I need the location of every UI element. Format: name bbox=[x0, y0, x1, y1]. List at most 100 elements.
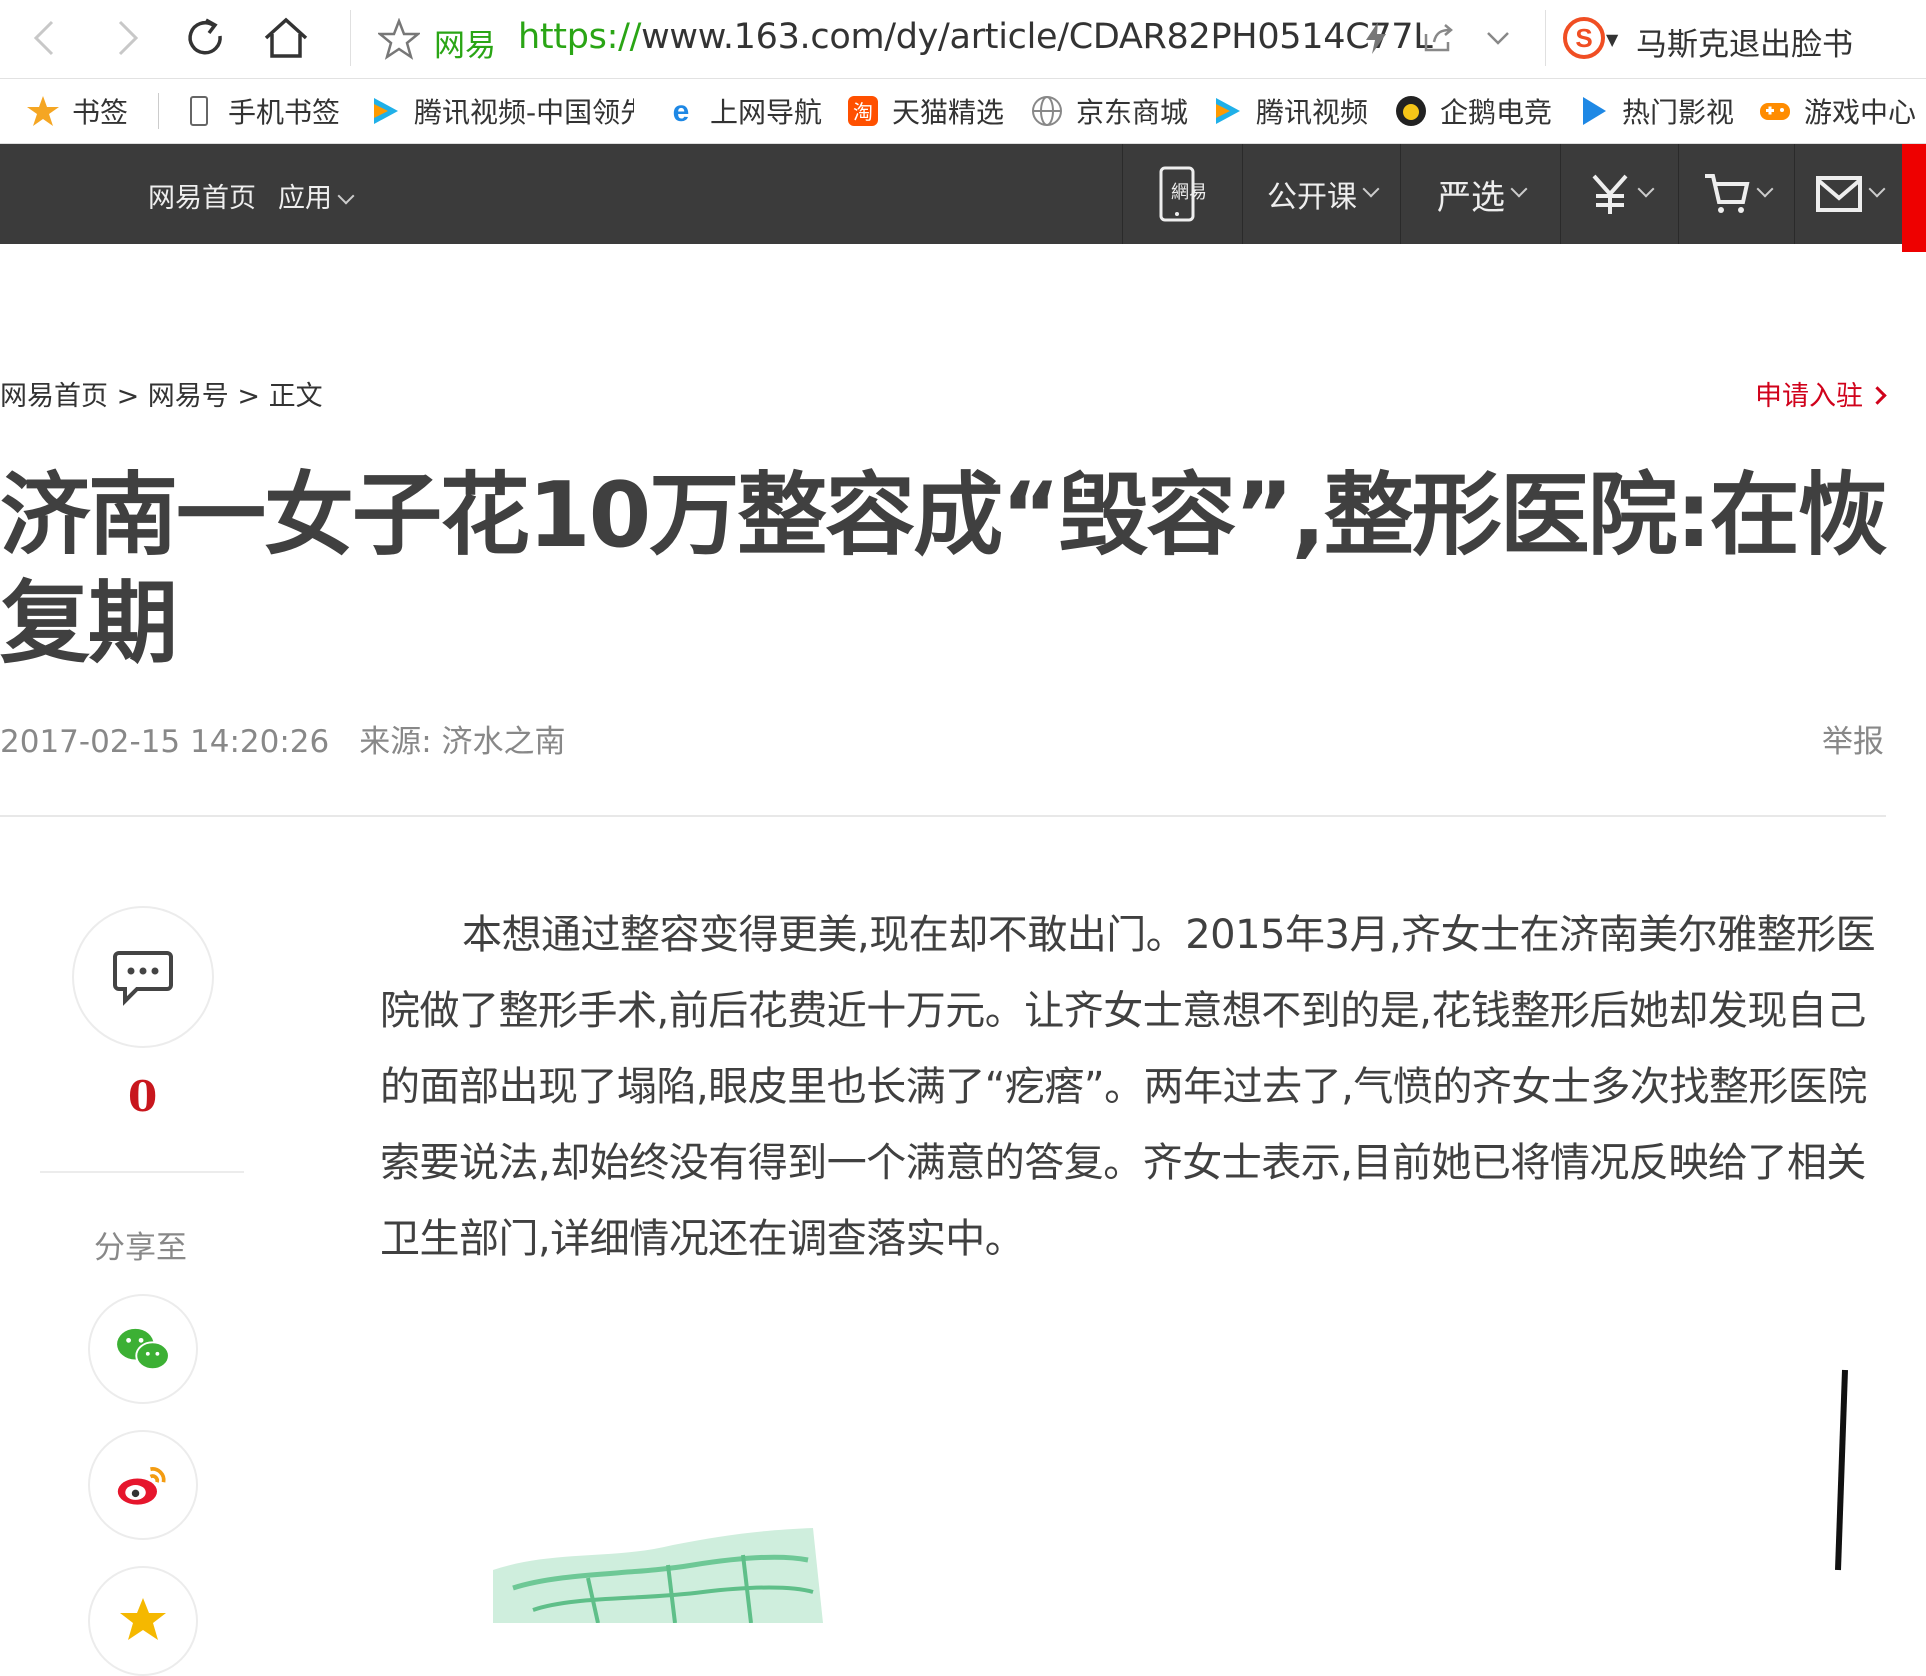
mobile-phone-icon: 網易 bbox=[1159, 166, 1207, 222]
nav-yanxuan-label: 严选 bbox=[1437, 177, 1505, 218]
lightning-button[interactable] bbox=[1358, 20, 1394, 56]
penguin-esports-icon bbox=[1396, 96, 1426, 126]
star-icon bbox=[27, 96, 59, 126]
breadcrumb[interactable]: 网易首页 > 网易号 > 正文 bbox=[0, 374, 323, 413]
address-dropdown-button[interactable] bbox=[1480, 20, 1516, 56]
nav-apps-label: 应用 bbox=[278, 183, 332, 214]
comment-bubble-icon bbox=[113, 951, 173, 1006]
article-title: 济南一女子花10万整容成“毁容”,整形医院:在恢复期 bbox=[0, 463, 1888, 676]
sogou-dropdown-icon[interactable]: ▼ bbox=[1606, 30, 1618, 49]
comment-count[interactable]: 0 bbox=[128, 1072, 157, 1121]
bookmark-label: 天猫精选 bbox=[892, 96, 1005, 129]
bookmark-item[interactable]: 腾讯视频 bbox=[1210, 91, 1368, 131]
chevron-right-icon bbox=[1868, 386, 1887, 405]
chevron-down-icon bbox=[1637, 180, 1655, 198]
forward-arrow-icon bbox=[118, 20, 139, 56]
article-meta: 2017-02-15 14:20:26 来源: 济水之南 bbox=[0, 716, 566, 761]
qzone-star-icon bbox=[120, 1598, 166, 1640]
apply-join-label: 申请入驻 bbox=[1755, 381, 1863, 412]
share-wechat-button[interactable] bbox=[88, 1294, 198, 1404]
report-link[interactable]: 举报 bbox=[1822, 716, 1884, 761]
forward-button[interactable] bbox=[102, 14, 150, 62]
home-icon bbox=[264, 17, 308, 58]
tencent-video-icon bbox=[374, 98, 398, 124]
nav-open-course[interactable]: 公开课 bbox=[1242, 144, 1401, 244]
globe-icon bbox=[1032, 96, 1062, 126]
bookmark-divider bbox=[158, 93, 159, 129]
sogou-logo-icon: S bbox=[1563, 17, 1605, 59]
nav-apps[interactable]: 应用 bbox=[278, 176, 355, 215]
bookmark-label: 企鹅电竞 bbox=[1440, 96, 1553, 129]
share-page-button[interactable] bbox=[1420, 20, 1456, 56]
ie-icon: e bbox=[673, 95, 690, 128]
share-divider bbox=[40, 1171, 244, 1173]
url-path: www.163.com/dy/article/CDAR82PH0514C77L bbox=[641, 17, 1433, 57]
mail-icon bbox=[1816, 176, 1862, 212]
toolbar-divider bbox=[1545, 10, 1546, 66]
bookmark-label: 游戏中心 bbox=[1804, 96, 1917, 129]
article-body: 本想通过整容变得更美,现在却不敢出门。2015年3月,齐女士在济南美尔雅整形医院… bbox=[380, 912, 1876, 1262]
chevron-down-icon bbox=[1868, 180, 1886, 198]
bookmark-item[interactable]: 腾讯视频-中国领先 bbox=[368, 91, 634, 131]
browser-toolbar: 网易 https://www.163.com/dy/article/CDAR82… bbox=[0, 0, 1926, 79]
taobao-icon: 淘 bbox=[848, 96, 878, 126]
bookmark-item[interactable]: 热门影视 bbox=[1576, 91, 1734, 131]
cart-icon bbox=[1705, 174, 1750, 213]
bookmarks-bar: 书签 手机书签 腾讯视频-中国领先 e 上网导航 淘 天猫精选 京东商城 腾讯视… bbox=[0, 79, 1926, 144]
nav-netease-home[interactable]: 网易首页 bbox=[148, 176, 256, 215]
bookmark-label: 上网导航 bbox=[710, 96, 823, 129]
bookmark-item[interactable]: e 上网导航 bbox=[664, 91, 822, 131]
nav-yanxuan[interactable]: 严选 bbox=[1400, 144, 1561, 244]
comment-button[interactable] bbox=[72, 906, 214, 1048]
chevron-down-icon bbox=[337, 187, 355, 205]
bookmark-label: 书签 bbox=[72, 96, 129, 129]
sogou-search-button[interactable]: S bbox=[1562, 16, 1606, 60]
bookmark-item[interactable]: 手机书签 bbox=[182, 91, 340, 131]
bookmark-item[interactable]: 企鹅电竞 bbox=[1394, 91, 1552, 131]
back-arrow-icon bbox=[33, 20, 54, 56]
address-bar[interactable]: https://www.163.com/dy/article/CDAR82PH0… bbox=[518, 17, 1433, 57]
tencent-video-icon bbox=[1216, 98, 1240, 124]
wechat-icon bbox=[117, 1328, 170, 1371]
share-icon bbox=[1424, 24, 1453, 52]
mobile-app-button[interactable]: 網易 bbox=[1122, 144, 1243, 244]
bookmark-item[interactable]: 书签 bbox=[26, 91, 128, 131]
bookmark-label: 腾讯视频 bbox=[1256, 96, 1369, 129]
publish-time: 2017-02-15 14:20:26 bbox=[0, 724, 330, 760]
chevron-down-icon bbox=[1487, 32, 1509, 45]
share-weibo-button[interactable] bbox=[88, 1430, 198, 1540]
mobile-logo-text: 網易 bbox=[1171, 182, 1207, 203]
red-accent-bar bbox=[1902, 144, 1926, 252]
nav-mail[interactable] bbox=[1794, 144, 1903, 244]
back-button[interactable] bbox=[22, 14, 70, 62]
lightning-icon bbox=[1366, 22, 1386, 54]
chevron-down-icon bbox=[1756, 180, 1774, 198]
bookmark-label: 手机书签 bbox=[228, 96, 341, 129]
article-image bbox=[493, 1360, 1863, 1623]
hot-news-link[interactable]: 马斯克退出脸书 bbox=[1636, 19, 1853, 64]
play-icon bbox=[1583, 97, 1606, 125]
star-outline-icon bbox=[376, 17, 422, 60]
article-source[interactable]: 来源: 济水之南 bbox=[359, 724, 565, 760]
header-divider bbox=[0, 815, 1886, 817]
weibo-icon bbox=[117, 1467, 166, 1505]
nav-open-course-label: 公开课 bbox=[1267, 180, 1357, 215]
site-name-label: 网易 bbox=[434, 28, 496, 64]
favorite-star-button[interactable] bbox=[376, 17, 422, 60]
home-button[interactable] bbox=[262, 14, 310, 62]
apply-join-link[interactable]: 申请入驻 bbox=[1755, 374, 1887, 413]
bookmark-item[interactable]: 游戏中心 bbox=[1758, 91, 1916, 131]
chevron-down-icon bbox=[1362, 180, 1380, 198]
svg-text:e: e bbox=[673, 95, 690, 128]
bookmark-item[interactable]: 淘 天猫精选 bbox=[846, 91, 1004, 131]
bookmark-label: 京东商城 bbox=[1076, 96, 1189, 129]
reload-button[interactable] bbox=[182, 14, 230, 62]
chevron-down-icon bbox=[1510, 180, 1528, 198]
toolbar-divider bbox=[350, 10, 351, 66]
share-qzone-button[interactable] bbox=[88, 1566, 198, 1676]
yuan-icon bbox=[1592, 174, 1628, 214]
nav-payment[interactable] bbox=[1560, 144, 1679, 244]
nav-cart[interactable] bbox=[1678, 144, 1795, 244]
bookmark-item[interactable]: 京东商城 bbox=[1030, 91, 1188, 131]
share-label: 分享至 bbox=[94, 1230, 187, 1266]
